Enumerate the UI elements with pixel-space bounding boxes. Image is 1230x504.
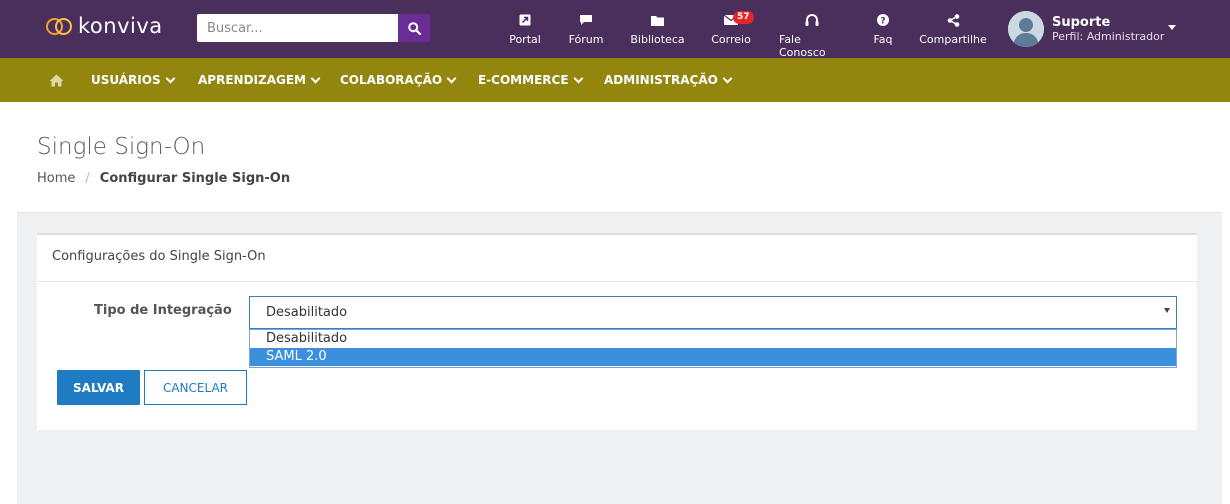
page-title: Single Sign-On: [37, 134, 206, 160]
breadcrumb-home[interactable]: Home: [37, 171, 75, 186]
cancel-button[interactable]: CANCELAR: [144, 370, 247, 405]
nav-aprendizagem[interactable]: APRENDIZAGEM: [198, 58, 321, 102]
user-role: Perfil: Administrador: [1052, 30, 1165, 43]
toolbar-label: Fórum: [568, 33, 604, 46]
toolbar-fale-conosco[interactable]: Fale Conosco: [779, 12, 845, 59]
avatar: [1008, 11, 1044, 47]
logo-mark-icon: [46, 14, 76, 40]
nav-label: USUÁRIOS: [91, 73, 161, 87]
select-value: Desabilitado: [266, 305, 348, 320]
folder-icon: [651, 12, 664, 28]
nav-administracao[interactable]: ADMINISTRAÇÃO: [604, 58, 733, 102]
nav-label: E-COMMERCE: [478, 73, 569, 87]
nav-usuarios[interactable]: USUÁRIOS: [91, 58, 176, 102]
integration-type-select[interactable]: Desabilitado: [249, 296, 1177, 329]
toolbar-compartilhe[interactable]: Compartilhe: [919, 12, 987, 46]
chevron-down-icon: [573, 73, 583, 83]
toolbar-faq[interactable]: ? Faq: [873, 12, 893, 46]
toolbar-label: Biblioteca: [630, 33, 685, 46]
top-bar: konviva Portal Fórum Biblio: [0, 0, 1230, 59]
toolbar-biblioteca[interactable]: Biblioteca: [630, 12, 685, 46]
nav-colaboracao[interactable]: COLABORAÇÃO: [340, 58, 457, 102]
breadcrumb-separator: /: [85, 171, 90, 186]
toolbar-portal[interactable]: Portal: [509, 12, 541, 46]
nav-label: APRENDIZAGEM: [198, 73, 306, 87]
chevron-down-icon: [722, 73, 733, 83]
search-icon: [407, 21, 421, 35]
toolbar-label: Compartilhe: [919, 33, 987, 46]
user-name: Suporte: [1052, 15, 1111, 30]
question-icon: ?: [877, 12, 889, 28]
breadcrumb-current: Configurar Single Sign-On: [99, 171, 291, 186]
brand-name: konviva: [78, 14, 163, 38]
integration-type-label: Tipo de Integração: [94, 303, 232, 318]
toolbar-label: Correio: [711, 33, 751, 46]
option-saml[interactable]: SAML 2.0: [250, 348, 1176, 366]
chevron-down-icon: [165, 73, 176, 83]
toolbar-forum[interactable]: Fórum: [569, 12, 603, 46]
user-menu[interactable]: Suporte Perfil: Administrador: [1008, 11, 1164, 47]
caret-down-icon[interactable]: [1168, 25, 1176, 30]
comment-icon: [579, 12, 593, 28]
svg-text:?: ?: [880, 17, 885, 27]
external-link-icon: [519, 12, 531, 28]
toolbar-label: Fale Conosco: [779, 33, 826, 59]
main-nav: USUÁRIOS APRENDIZAGEM COLABORAÇÃO E-COMM…: [0, 58, 1230, 102]
integration-type-dropdown: Desabilitado SAML 2.0: [249, 329, 1177, 368]
search-button[interactable]: [398, 14, 430, 42]
mail-count-badge: 57: [733, 11, 754, 24]
search-input[interactable]: [197, 14, 398, 42]
nav-ecommerce[interactable]: E-COMMERCE: [478, 58, 583, 102]
toolbar-correio[interactable]: 57 Correio: [711, 11, 754, 46]
nav-label: COLABORAÇÃO: [340, 73, 443, 87]
panel-heading: Configurações do Single Sign-On: [37, 235, 1197, 282]
chevron-down-icon: [310, 73, 321, 83]
nav-home[interactable]: [49, 58, 64, 102]
share-icon: [947, 12, 960, 28]
chevron-down-icon: [446, 73, 457, 83]
breadcrumb: Home / Configurar Single Sign-On: [37, 171, 290, 186]
headset-icon: [805, 12, 819, 28]
toolbar-label: Faq: [873, 33, 893, 46]
caret-down-icon: [1164, 308, 1170, 313]
search-box: [197, 14, 430, 42]
home-icon: [49, 74, 64, 86]
option-desabilitado[interactable]: Desabilitado: [250, 330, 1176, 348]
toolbar-label: Portal: [509, 33, 541, 46]
save-button[interactable]: SALVAR: [57, 370, 140, 405]
nav-label: ADMINISTRAÇÃO: [604, 73, 718, 87]
brand-logo[interactable]: konviva: [46, 14, 163, 40]
